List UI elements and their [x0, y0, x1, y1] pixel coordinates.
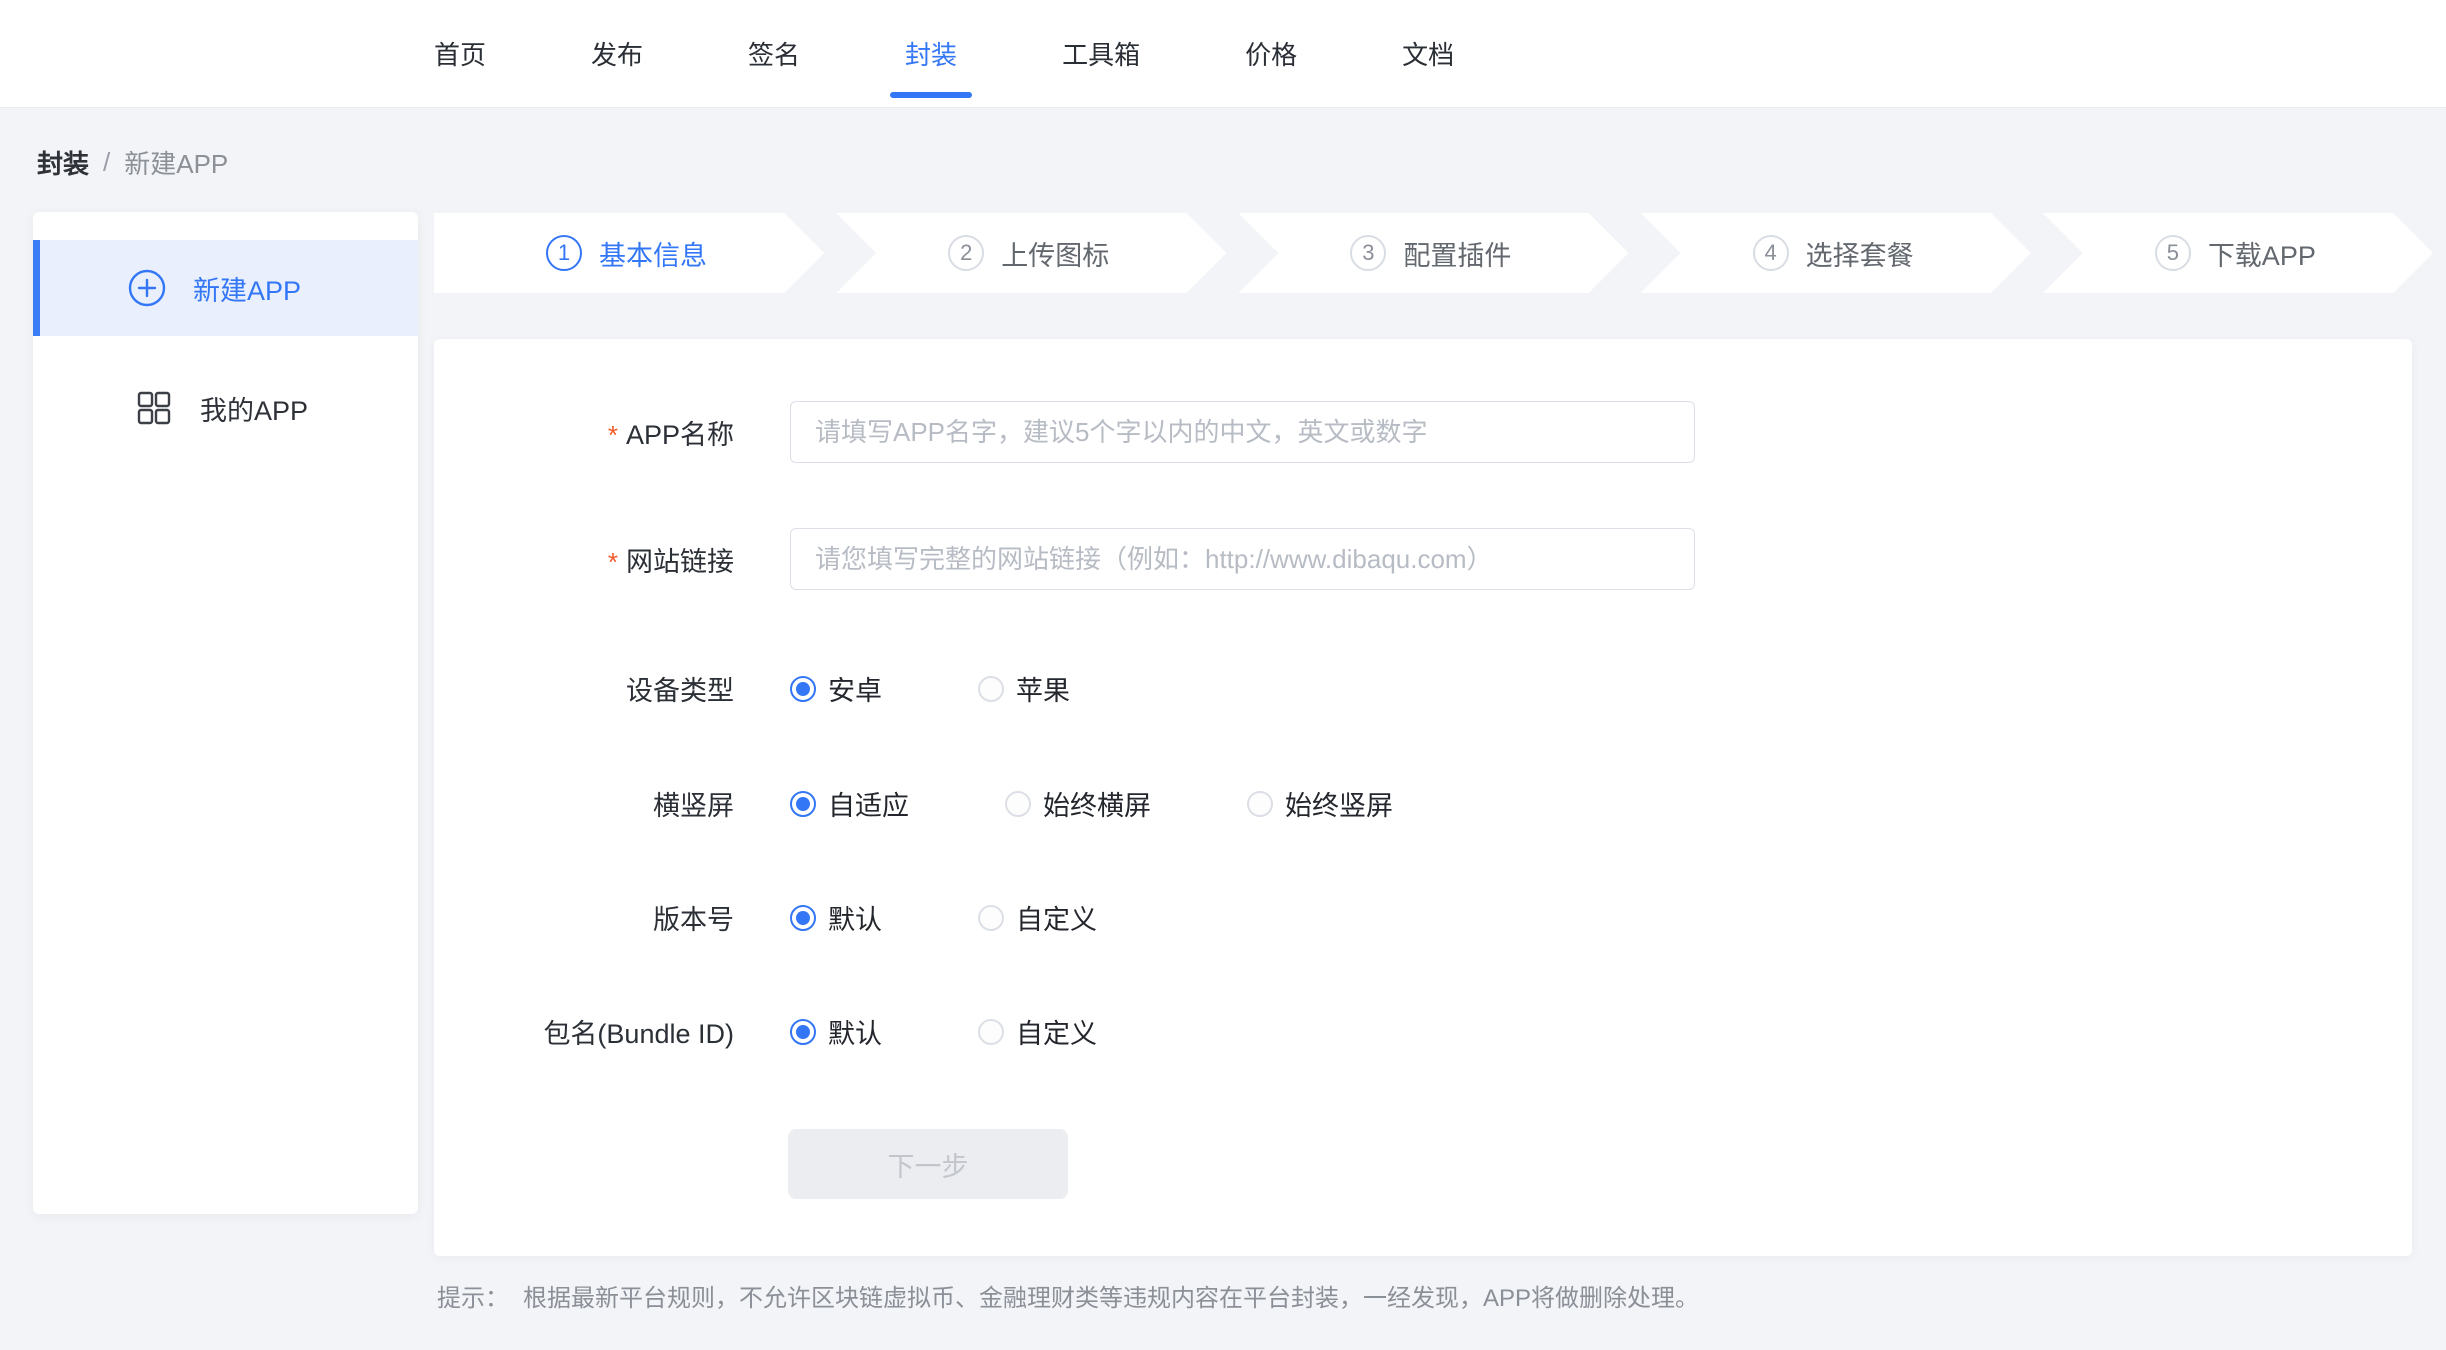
form-row-version: 版本号 默认 自定义 — [434, 898, 2412, 937]
radio-android[interactable]: 安卓 — [790, 669, 882, 708]
step-download-app[interactable]: 5 下载APP — [2043, 213, 2433, 293]
radio-bundle-custom[interactable]: 自定义 — [978, 1012, 1097, 1051]
nav-item-publish[interactable]: 发布 — [591, 0, 643, 107]
orientation-label: 横竖屏 — [434, 784, 734, 823]
sidebar-item-label: 我的APP — [200, 389, 308, 428]
sidebar-item-label: 新建APP — [193, 269, 301, 308]
basic-info-form-card: * APP名称 * 网站链接 设备类型 安卓 苹果 — [434, 339, 2412, 1256]
step-number-badge: 5 — [2155, 235, 2191, 271]
nav-item-package[interactable]: 封装 — [905, 0, 957, 107]
breadcrumb: 封装 / 新建APP — [37, 144, 228, 181]
step-basic-info[interactable]: 1 基本信息 — [434, 213, 824, 293]
form-row-bundle-id: 包名(Bundle ID) 默认 自定义 — [434, 1012, 2412, 1051]
site-url-label: * 网站链接 — [434, 540, 734, 579]
radio-circle-icon — [790, 1019, 816, 1045]
nav-item-home[interactable]: 首页 — [434, 0, 486, 107]
breadcrumb-separator: / — [103, 147, 110, 178]
nav-item-toolbox[interactable]: 工具箱 — [1062, 0, 1140, 107]
radio-bundle-default[interactable]: 默认 — [790, 1012, 882, 1051]
radio-circle-icon — [978, 676, 1004, 702]
platform-rule-tip: 提示： 根据最新平台规则，不允许区块链虚拟币、金融理财类等违规内容在平台封装，一… — [437, 1278, 1699, 1313]
step-number-badge: 1 — [546, 235, 582, 271]
radio-always-landscape[interactable]: 始终横屏 — [1005, 784, 1151, 823]
step-number-badge: 2 — [948, 235, 984, 271]
form-row-app-name: * APP名称 — [434, 401, 2412, 463]
device-type-label: 设备类型 — [434, 669, 734, 708]
site-url-input[interactable] — [790, 528, 1695, 590]
form-row-site-url: * 网站链接 — [434, 528, 2412, 590]
step-wizard: 1 基本信息 2 上传图标 3 配置插件 4 选择套餐 5 下载APP — [434, 213, 2433, 293]
step-label: 选择套餐 — [1806, 234, 1914, 273]
radio-version-default[interactable]: 默认 — [790, 898, 882, 937]
radio-circle-icon — [1005, 791, 1031, 817]
nav-item-sign[interactable]: 签名 — [748, 0, 800, 107]
tip-text: 根据最新平台规则，不允许区块链虚拟币、金融理财类等违规内容在平台封装，一经发现，… — [523, 1278, 1699, 1313]
form-row-device-type: 设备类型 安卓 苹果 — [434, 669, 2412, 708]
step-configure-plugin[interactable]: 3 配置插件 — [1238, 213, 1628, 293]
next-step-button[interactable]: 下一步 — [788, 1129, 1068, 1199]
plus-circle-icon — [127, 268, 167, 308]
radio-version-custom[interactable]: 自定义 — [978, 898, 1097, 937]
radio-circle-icon — [1247, 791, 1273, 817]
step-label: 配置插件 — [1403, 234, 1511, 273]
step-label: 上传图标 — [1001, 234, 1109, 273]
tip-prefix: 提示： — [437, 1278, 509, 1313]
required-asterisk: * — [608, 420, 618, 451]
app-name-input[interactable] — [790, 401, 1695, 463]
version-label: 版本号 — [434, 898, 734, 937]
grid-icon — [134, 388, 174, 428]
sidebar-item-new-app[interactable]: 新建APP — [33, 240, 418, 336]
radio-circle-icon — [790, 676, 816, 702]
step-select-plan[interactable]: 4 选择套餐 — [1641, 213, 2031, 293]
radio-circle-icon — [790, 791, 816, 817]
step-number-badge: 4 — [1753, 235, 1789, 271]
radio-ios[interactable]: 苹果 — [978, 669, 1070, 708]
app-name-label: * APP名称 — [434, 413, 734, 452]
breadcrumb-section[interactable]: 封装 — [37, 144, 89, 181]
sidebar-item-my-app[interactable]: 我的APP — [33, 360, 418, 456]
radio-circle-icon — [978, 905, 1004, 931]
radio-auto-orientation[interactable]: 自适应 — [790, 784, 909, 823]
sidebar: 新建APP 我的APP — [33, 212, 418, 1214]
step-number-badge: 3 — [1350, 235, 1386, 271]
breadcrumb-current: 新建APP — [124, 144, 228, 181]
radio-circle-icon — [790, 905, 816, 931]
radio-circle-icon — [978, 1019, 1004, 1045]
bundle-id-label: 包名(Bundle ID) — [434, 1012, 734, 1051]
top-navigation: 首页 发布 签名 封装 工具箱 价格 文档 — [0, 0, 2446, 108]
nav-item-docs[interactable]: 文档 — [1402, 0, 1454, 107]
required-asterisk: * — [608, 547, 618, 578]
form-row-orientation: 横竖屏 自适应 始终横屏 始终竖屏 — [434, 784, 2412, 823]
nav-item-price[interactable]: 价格 — [1245, 0, 1297, 107]
step-label: 下载APP — [2208, 234, 2316, 273]
step-upload-icon[interactable]: 2 上传图标 — [836, 213, 1226, 293]
radio-always-portrait[interactable]: 始终竖屏 — [1247, 784, 1393, 823]
step-label: 基本信息 — [599, 234, 707, 273]
